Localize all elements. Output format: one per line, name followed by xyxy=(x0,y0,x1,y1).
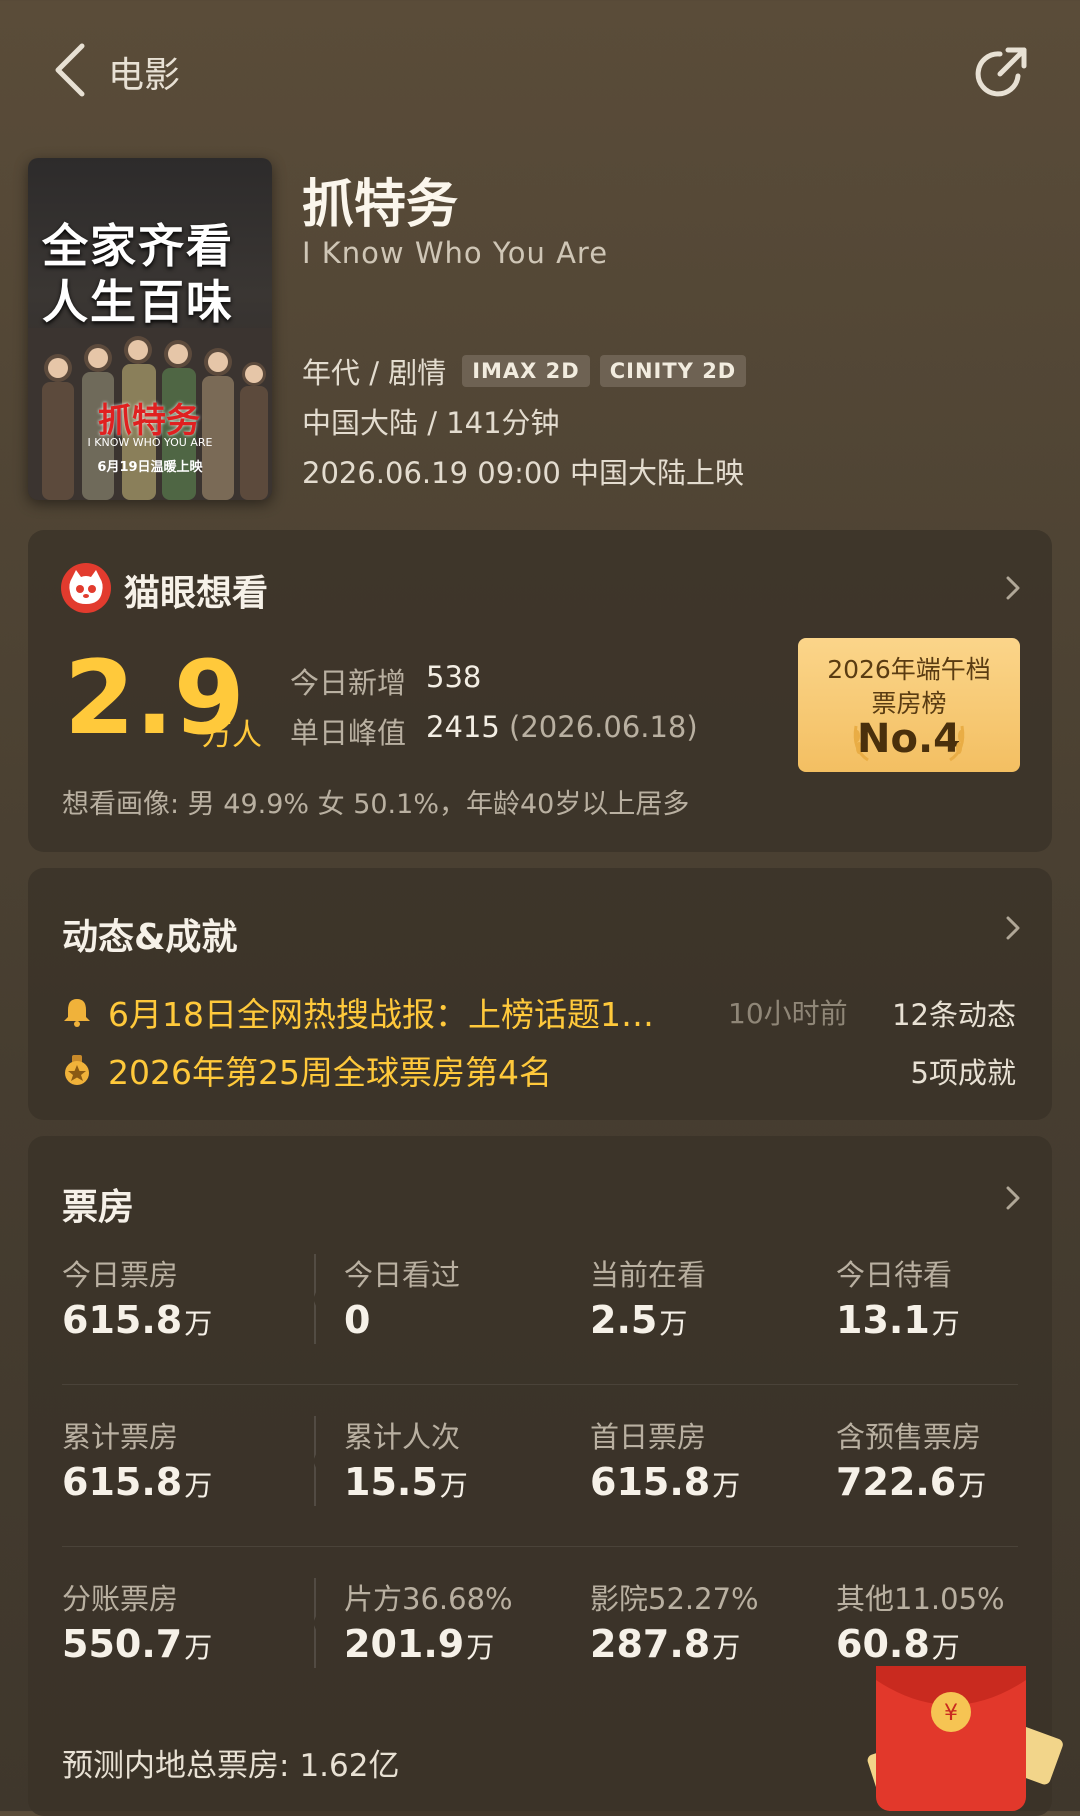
want-card-title: 猫眼想看 xyxy=(124,573,269,614)
want-to-see-card[interactable]: 猫眼想看 2.9 万人 今日新增 538 单日峰值 2415 (2026.06.… xyxy=(28,530,1052,852)
poster-slogan-2: 人生百味 xyxy=(42,275,234,329)
movie-release-info: 2026.06.19 09:00 中国大陆上映 xyxy=(302,456,745,490)
holiday-rank-badge[interactable]: 2026年端午档 票房榜 No.4 xyxy=(798,638,1020,772)
bo-value: 0 xyxy=(344,1298,371,1342)
forecast-label: 预测内地总票房: xyxy=(62,1748,290,1784)
forecast-value: 1.62亿 xyxy=(299,1748,400,1784)
forecast-total: 预测内地总票房: 1.62亿 xyxy=(62,1740,399,1785)
dynamics-card[interactable]: 动态&成就 6月18日全网热搜战报：上榜话题1… 10小时前 12条动态 202… xyxy=(28,868,1052,1120)
bo-label: 首日票房 xyxy=(590,1420,707,1454)
row-divider xyxy=(62,1546,1018,1547)
movie-poster[interactable]: 全家齐看 人生百味 抓特务 I KNOW WHO YOU ARE 6月19日温暖… xyxy=(28,158,272,500)
medal-icon xyxy=(65,1055,89,1085)
achievement-text: 2026年第25周全球票房第4名 xyxy=(108,1053,552,1092)
format-badge-imax: IMAX 2D xyxy=(462,355,590,387)
bo-label: 含预售票房 xyxy=(836,1420,982,1454)
audience-portrait: 想看画像: 男 49.9% 女 50.1%，年龄40岁以上居多 xyxy=(62,789,690,820)
box-office-card-title: 票房 xyxy=(62,1187,135,1228)
bo-label: 今日看过 xyxy=(344,1258,461,1292)
bo-value: 615.8万 xyxy=(62,1298,213,1342)
poster-english-title: I KNOW WHO YOU ARE xyxy=(87,436,213,449)
laurel-right-icon xyxy=(949,725,965,762)
news-time: 10小时前 xyxy=(728,997,848,1030)
rank-badge-line1: 2026年端午档 xyxy=(827,655,991,684)
divider xyxy=(314,1416,316,1506)
divider xyxy=(314,1578,316,1668)
movie-genres: 年代 / 剧情 xyxy=(302,356,447,390)
bo-label: 影院52.27% xyxy=(590,1582,759,1616)
nav-title[interactable]: 电影 xyxy=(108,46,180,98)
want-unit: 万人 xyxy=(202,718,262,753)
chevron-right-icon[interactable] xyxy=(1004,1184,1022,1212)
news-count[interactable]: 12条动态 xyxy=(892,992,1016,1034)
bo-value: 615.8万 xyxy=(590,1460,741,1504)
back-arrow-icon[interactable] xyxy=(48,40,98,100)
daily-peak-value: 2415 xyxy=(426,710,500,744)
daily-peak-date: (2026.06.18) xyxy=(509,710,698,744)
rank-number: No.4 xyxy=(857,716,961,762)
movie-english-title: I Know Who You Are xyxy=(302,236,609,270)
divider xyxy=(314,1254,316,1344)
bell-icon xyxy=(64,999,90,1027)
bo-label: 今日票房 xyxy=(62,1258,179,1292)
svg-text:¥: ¥ xyxy=(944,1701,958,1726)
today-new-label: 今日新增 xyxy=(290,666,407,700)
poster-release-date: 6月19日温暖上映 xyxy=(97,460,203,475)
bo-value: 2.5万 xyxy=(590,1298,688,1342)
bo-label: 累计人次 xyxy=(344,1420,461,1454)
daily-peak-label: 单日峰值 xyxy=(290,716,407,750)
bo-value: 550.7万 xyxy=(62,1622,213,1666)
bo-label: 其他11.05% xyxy=(836,1582,1005,1616)
achievement-item[interactable]: 2026年第25周全球票房第4名 xyxy=(60,1046,552,1094)
movie-region-duration: 中国大陆 / 141分钟 xyxy=(302,406,560,440)
bo-label: 片方36.68% xyxy=(344,1582,513,1616)
rank-badge-line2: 票房榜 xyxy=(871,689,947,718)
bo-value: 287.8万 xyxy=(590,1622,741,1666)
bo-value: 722.6万 xyxy=(836,1460,987,1504)
bo-value: 201.9万 xyxy=(344,1622,495,1666)
bo-value: 15.5万 xyxy=(344,1460,468,1504)
movie-title: 抓特务 xyxy=(302,175,459,235)
bo-label: 累计票房 xyxy=(62,1420,179,1454)
maoyan-cat-icon xyxy=(61,563,111,613)
row-divider xyxy=(62,1384,1018,1385)
bo-value: 13.1万 xyxy=(836,1298,960,1342)
daily-peak-row: 2415 (2026.06.18) xyxy=(426,710,698,744)
movie-genres-row: 年代 / 剧情 IMAX 2D CINITY 2D xyxy=(302,350,747,392)
dynamics-card-title: 动态&成就 xyxy=(62,917,238,958)
share-icon[interactable] xyxy=(970,40,1034,104)
bo-label: 分账票房 xyxy=(62,1582,179,1616)
today-new-value: 538 xyxy=(426,660,482,694)
bo-value: 615.8万 xyxy=(62,1460,213,1504)
bo-label: 当前在看 xyxy=(590,1258,707,1292)
chevron-right-icon[interactable] xyxy=(1004,914,1022,942)
red-packet-icon[interactable]: ¥ xyxy=(832,1660,1080,1811)
poster-title: 抓特务 xyxy=(98,401,200,441)
bo-label: 今日待看 xyxy=(836,1258,953,1292)
top-bar: 电影 xyxy=(0,0,1080,140)
chevron-right-icon[interactable] xyxy=(1004,574,1022,602)
achievement-count[interactable]: 5项成就 xyxy=(911,1050,1016,1092)
format-badge-cinity: CINITY 2D xyxy=(599,355,747,387)
news-item[interactable]: 6月18日全网热搜战报：上榜话题1… xyxy=(60,988,654,1036)
news-text: 6月18日全网热搜战报：上榜话题1… xyxy=(108,995,654,1034)
